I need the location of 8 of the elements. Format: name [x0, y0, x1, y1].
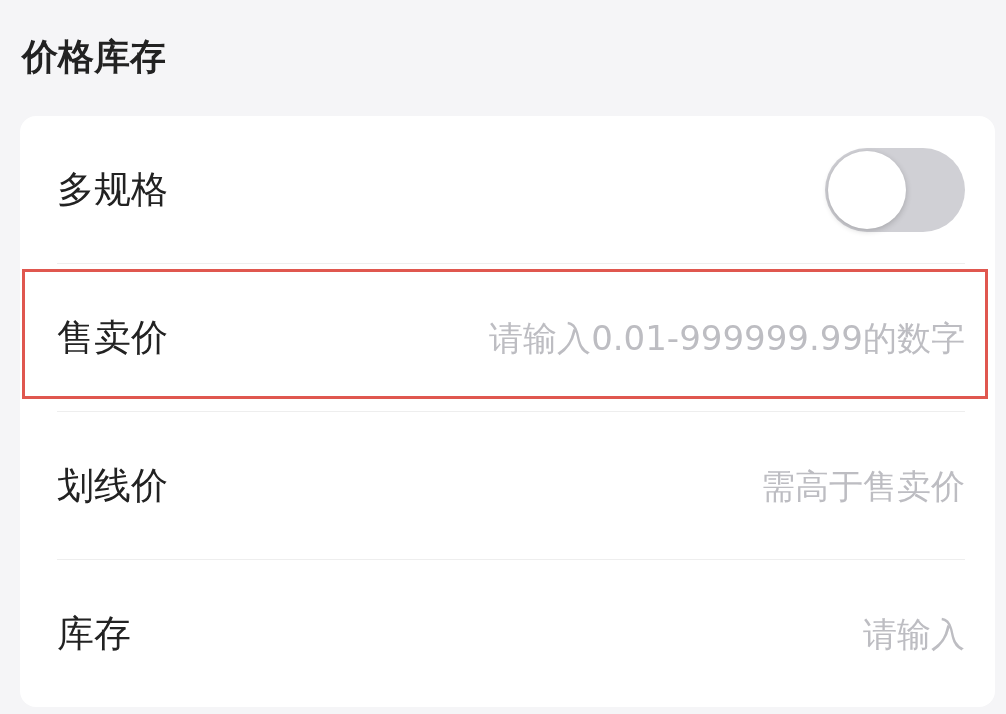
field-label: 划线价	[57, 462, 168, 509]
field-label: 多规格	[57, 166, 168, 213]
input-field[interactable]: 请输入	[325, 613, 965, 654]
section-title: 价格库存	[20, 35, 167, 79]
field-label: 售卖价	[57, 314, 168, 361]
field-label: 库存	[57, 610, 131, 657]
input-field[interactable]: 请输入0.01-999999.99的数字	[325, 317, 965, 358]
input-field[interactable]: 需高于售卖价	[325, 465, 965, 506]
